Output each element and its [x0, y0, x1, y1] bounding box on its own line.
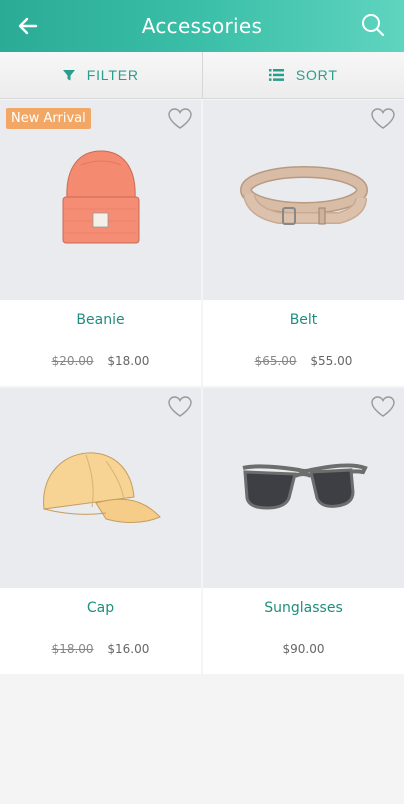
sale-price: $55.00: [310, 354, 353, 368]
filter-label: FILTER: [86, 67, 139, 83]
filter-button[interactable]: FILTER: [0, 52, 203, 98]
app-header: Accessories: [0, 0, 404, 52]
product-info: Sunglasses $90.00: [203, 588, 404, 674]
product-name: Belt: [289, 312, 318, 328]
product-grid: New Arrival Beanie $20.00 $18.00 Belt $6…: [0, 100, 404, 674]
product-card-sunglasses[interactable]: Sunglasses $90.00: [203, 388, 404, 674]
heart-icon[interactable]: [167, 107, 193, 131]
filter-icon: [62, 70, 75, 81]
product-prices: $90.00: [203, 632, 404, 656]
product-prices: $65.00 $55.00: [203, 344, 404, 368]
sort-label: SORT: [295, 67, 338, 83]
product-info: Beanie $20.00 $18.00: [0, 300, 201, 386]
original-price: $20.00: [51, 354, 94, 368]
product-image: [0, 388, 201, 588]
heart-icon[interactable]: [370, 395, 396, 419]
sunglasses-illustration: [242, 463, 368, 510]
heart-icon[interactable]: [167, 395, 193, 419]
product-prices: $18.00 $16.00: [0, 632, 201, 656]
product-card-beanie[interactable]: New Arrival Beanie $20.00 $18.00: [0, 100, 201, 386]
price: $90.00: [282, 642, 325, 656]
product-name: Cap: [86, 600, 115, 616]
page-title: Accessories: [141, 14, 263, 38]
cap-illustration: [42, 452, 161, 523]
product-image: [203, 388, 404, 588]
product-card-belt[interactable]: Belt $65.00 $55.00: [203, 100, 404, 386]
sale-price: $18.00: [107, 354, 150, 368]
new-arrival-badge: New Arrival: [6, 108, 91, 129]
product-image: New Arrival: [0, 100, 201, 300]
search-icon[interactable]: [360, 12, 386, 38]
sale-price: $16.00: [107, 642, 150, 656]
beanie-illustration: [62, 150, 139, 244]
belt-illustration: [239, 166, 368, 225]
product-name: Beanie: [76, 312, 125, 328]
filter-sort-bar: FILTER SORT: [0, 52, 404, 99]
back-arrow-icon[interactable]: [16, 14, 40, 38]
heart-icon[interactable]: [370, 107, 396, 131]
original-price: $18.00: [51, 642, 94, 656]
product-info: Cap $18.00 $16.00: [0, 588, 201, 674]
product-card-cap[interactable]: Cap $18.00 $16.00: [0, 388, 201, 674]
product-info: Belt $65.00 $55.00: [203, 300, 404, 386]
product-image: [203, 100, 404, 300]
original-price: $65.00: [254, 354, 297, 368]
product-name: Sunglasses: [264, 600, 343, 616]
sort-button[interactable]: SORT: [203, 52, 404, 98]
list-icon: [268, 69, 284, 81]
product-prices: $20.00 $18.00: [0, 344, 201, 368]
